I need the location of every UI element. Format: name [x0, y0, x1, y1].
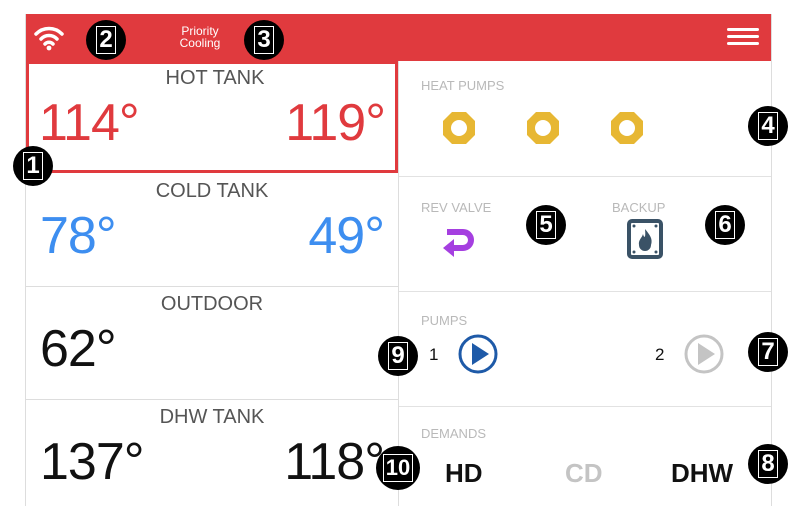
pump-1-number: 1 [429, 345, 439, 364]
heat-pump-2-icon[interactable] [525, 110, 561, 146]
cold-tank-temp-1: 78° [40, 207, 117, 265]
demand-cd[interactable]: CD [565, 458, 603, 489]
heat-pump-3-icon[interactable] [609, 110, 645, 146]
callout-number: 9 [388, 342, 408, 370]
demand-dhw[interactable]: DHW [671, 458, 733, 489]
callout-number: 10 [382, 454, 414, 482]
outdoor-label: OUTDOOR [160, 293, 264, 315]
priority-status: Priority Cooling [178, 25, 222, 49]
callout-badge: 10 [376, 446, 420, 490]
callout-badge: 9 [378, 336, 418, 376]
callout-badge: 4 [748, 106, 788, 146]
callout-number: 4 [758, 112, 778, 140]
callout-badge: 2 [86, 20, 126, 60]
demand-hd[interactable]: HD [445, 458, 483, 489]
outdoor-panel[interactable]: OUTDOOR 62° [26, 287, 398, 400]
pump-2-number: 2 [655, 345, 665, 364]
pumps-label: PUMPS [421, 313, 468, 328]
hot-tank-label: HOT TANK [165, 67, 265, 89]
tank-panel: HOT TANK 114° 119° COLD TANK 78° 49° OUT… [26, 61, 398, 506]
demands-label: DEMANDS [421, 426, 487, 441]
reversing-valve-icon[interactable] [441, 224, 477, 260]
callout-number: 5 [536, 211, 556, 239]
priority-status-text: Priority Cooling [179, 24, 221, 50]
callout-number: 1 [23, 152, 43, 180]
wifi-icon [34, 26, 64, 51]
backup-boiler-icon[interactable] [626, 218, 664, 260]
callout-number: 6 [715, 211, 735, 239]
rev-valve-label: REV VALVE [421, 200, 492, 215]
dhw-tank-label: DHW TANK [159, 406, 265, 428]
heat-pump-1-icon[interactable] [441, 110, 477, 146]
pump-1-play-icon[interactable] [457, 333, 499, 375]
hot-tank-temp-2: 119° [285, 94, 386, 152]
heat-pumps-label: HEAT PUMPS [421, 78, 505, 93]
cold-tank-panel[interactable]: COLD TANK 78° 49° [26, 174, 398, 287]
callout-number: 3 [254, 26, 274, 54]
cold-tank-label: COLD TANK [155, 180, 269, 202]
divider [399, 406, 771, 407]
dhw-tank-temp-1: 137° [40, 433, 145, 491]
hot-tank-temp-1: 114° [39, 94, 140, 152]
callout-badge: 5 [526, 205, 566, 245]
callout-badge: 7 [748, 332, 788, 372]
pump-2-play-icon[interactable] [683, 333, 725, 375]
outdoor-temp: 62° [40, 320, 117, 378]
menu-icon[interactable] [727, 28, 759, 48]
callout-badge: 1 [13, 146, 53, 186]
callout-badge: 6 [705, 205, 745, 245]
divider [399, 291, 771, 292]
callout-badge: 8 [748, 444, 788, 484]
controller-screen: Priority Cooling HOT TANK 114° 119° COLD… [25, 14, 772, 506]
equipment-panel: HEAT PUMPS REV VALVE BACKUP PUMPS 1 2 DE… [398, 61, 771, 506]
callout-badge: 3 [244, 20, 284, 60]
top-bar: Priority Cooling [26, 14, 771, 61]
hot-tank-panel[interactable]: HOT TANK 114° 119° [26, 61, 398, 173]
divider [399, 176, 771, 177]
dhw-tank-panel[interactable]: DHW TANK 137° 118° [26, 400, 398, 506]
callout-number: 2 [96, 26, 116, 54]
backup-label: BACKUP [612, 200, 666, 215]
callout-number: 8 [758, 450, 778, 478]
dhw-tank-temp-2: 118° [284, 433, 385, 491]
cold-tank-temp-2: 49° [308, 207, 385, 265]
callout-number: 7 [758, 338, 778, 366]
